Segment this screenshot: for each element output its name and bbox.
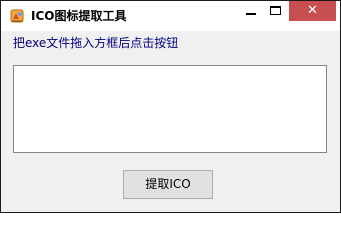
file-drop-box[interactable] bbox=[13, 65, 327, 153]
tools-icon bbox=[9, 8, 25, 24]
minimize-icon bbox=[246, 13, 256, 15]
maximize-button[interactable] bbox=[262, 2, 290, 22]
close-icon: ✕ bbox=[307, 3, 318, 18]
window-title: ICO图标提取工具 bbox=[31, 9, 127, 23]
maximize-icon bbox=[270, 6, 281, 15]
close-button[interactable]: ✕ bbox=[289, 1, 336, 21]
extract-ico-button[interactable]: 提取ICO bbox=[123, 170, 213, 199]
instruction-label: 把exe文件拖入方框后点击按钮 bbox=[13, 36, 179, 50]
title-bar[interactable]: ICO图标提取工具 ✕ bbox=[1, 1, 340, 31]
minimize-button[interactable] bbox=[237, 2, 265, 22]
